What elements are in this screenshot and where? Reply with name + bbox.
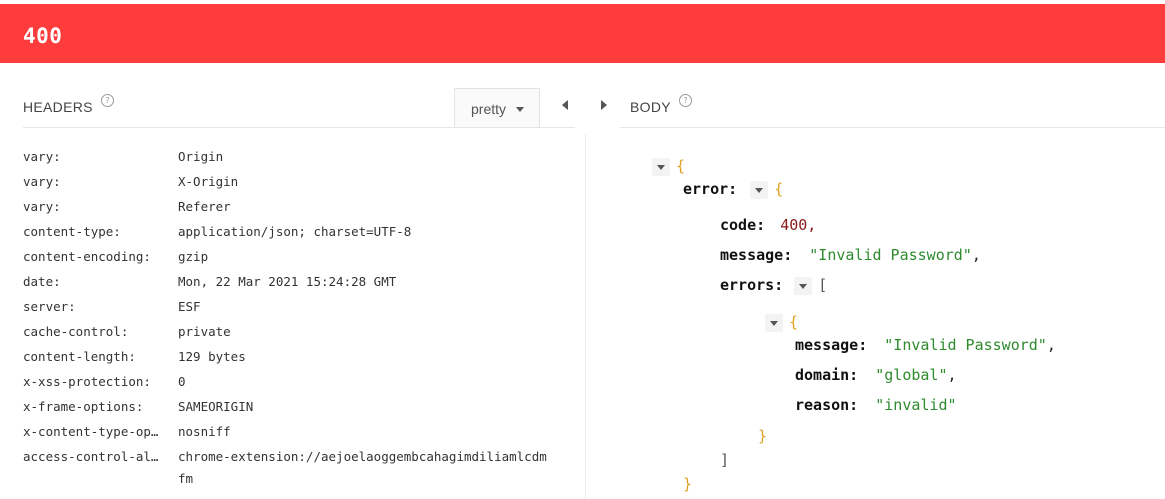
caret-down-icon[interactable] [765,313,783,332]
header-name: x-content-type-op… [23,424,159,439]
caret-down-icon [516,107,524,112]
body-divider [620,127,1165,128]
headers-divider [23,127,575,128]
chevron-left-icon[interactable] [562,100,568,110]
header-name: access-control-al… [23,449,159,464]
json-key: reason: [795,396,859,414]
header-value: Referer [178,199,231,214]
chevron-right-icon[interactable] [601,100,607,110]
json-brace: } [683,475,693,493]
caret-down-icon[interactable] [750,180,769,199]
body-title: BODY [630,99,671,115]
header-value: chrome-extension://aejoelaoggembcahagimd… [178,449,547,486]
header-name: content-type: [23,224,121,239]
json-key: domain: [795,366,859,384]
json-line: } [758,425,767,447]
panel-divider [585,134,586,499]
json-key: message: [720,246,793,264]
header-name: date: [23,274,61,289]
status-bar: 400 [0,4,1165,63]
json-string: "Invalid Password" [809,246,972,264]
header-value: gzip [178,249,209,264]
json-line: domain: "global", [795,366,957,384]
json-brace: { [789,313,799,331]
header-name: content-encoding: [23,249,151,264]
json-brace: { [774,180,784,198]
json-brace: { [676,157,686,175]
json-line: code: 400, [720,214,816,236]
header-name: vary: [23,199,61,214]
json-line: errors: [ [720,274,827,296]
header-name: x-frame-options: [23,399,144,414]
json-line: message: "Invalid Password", [720,246,981,264]
header-value: application/json; charset=UTF-8 [178,224,412,239]
json-line: error: { [683,178,783,200]
help-icon[interactable]: ? [679,94,692,107]
json-line: } [683,473,692,495]
json-key: message: [795,336,868,354]
caret-down-icon[interactable] [794,276,813,295]
json-string: "Invalid Password" [884,336,1047,354]
header-name: cache-control: [23,324,129,339]
json-line: message: "Invalid Password", [795,336,1056,354]
header-value: private [178,324,231,339]
header-value: SAMEORIGIN [178,399,254,414]
caret-down-icon[interactable] [652,157,670,176]
json-bracket: ] [720,451,730,469]
json-key: error: [683,180,738,198]
header-name: vary: [23,149,61,164]
header-value: 0 [178,374,186,389]
status-code: 400 [23,24,63,48]
json-line: reason: "invalid" [795,394,957,416]
format-select[interactable]: pretty [454,88,540,127]
json-key: code: [720,216,766,234]
json-string: "global" [875,366,948,384]
json-brace: } [758,427,768,445]
json-key: errors: [720,276,784,294]
header-value: nosniff [178,424,231,439]
header-value: Origin [178,149,224,164]
json-number: 400, [780,216,817,234]
header-name: server: [23,299,76,314]
header-value: X-Origin [178,174,239,189]
json-string: "invalid" [875,396,957,414]
help-icon[interactable]: ? [101,94,114,107]
header-value: ESF [178,299,201,314]
json-line: { [652,155,685,177]
json-line: ] [720,449,729,471]
header-value: 129 bytes [178,349,246,364]
header-value: Mon, 22 Mar 2021 15:24:28 GMT [178,274,397,289]
json-line: { [765,311,798,333]
format-select-label: pretty [471,101,507,117]
header-name: content-length: [23,349,136,364]
json-bracket: [ [818,276,828,294]
header-name: vary: [23,174,61,189]
header-name: x-xss-protection: [23,374,151,389]
headers-title: HEADERS [23,99,93,115]
